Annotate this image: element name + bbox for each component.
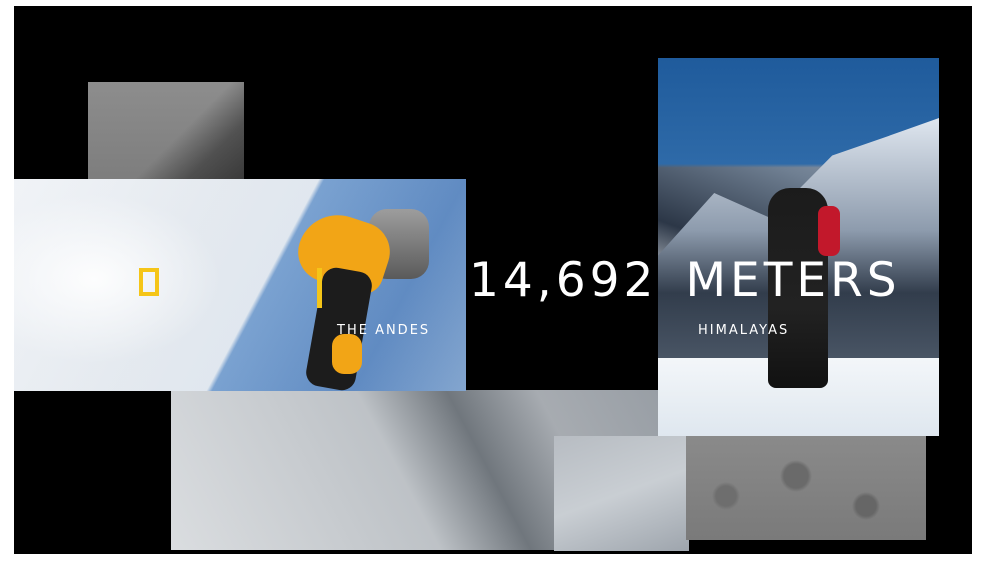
yellow-accent-bar [317, 268, 322, 308]
headline-unit: METERS [685, 253, 901, 308]
headline-number: 14,692 [469, 253, 658, 308]
rock-face-photo [88, 82, 244, 188]
hiker-red-pack [818, 206, 840, 256]
video-frame: 14,692 METERS THE ANDES HIMALAYAS [14, 6, 972, 554]
snow-trail-photo [554, 436, 689, 551]
nat-geo-logo-icon [139, 268, 159, 296]
himalaya-hiker-photo [658, 58, 939, 436]
label-himalayas: HIMALAYAS [698, 323, 790, 338]
snow-footprints-photo [686, 436, 926, 540]
climber-knee [332, 334, 362, 374]
headline: 14,692 METERS [469, 257, 901, 304]
label-andes: THE ANDES [337, 323, 431, 338]
andes-climber-photo [14, 179, 466, 391]
